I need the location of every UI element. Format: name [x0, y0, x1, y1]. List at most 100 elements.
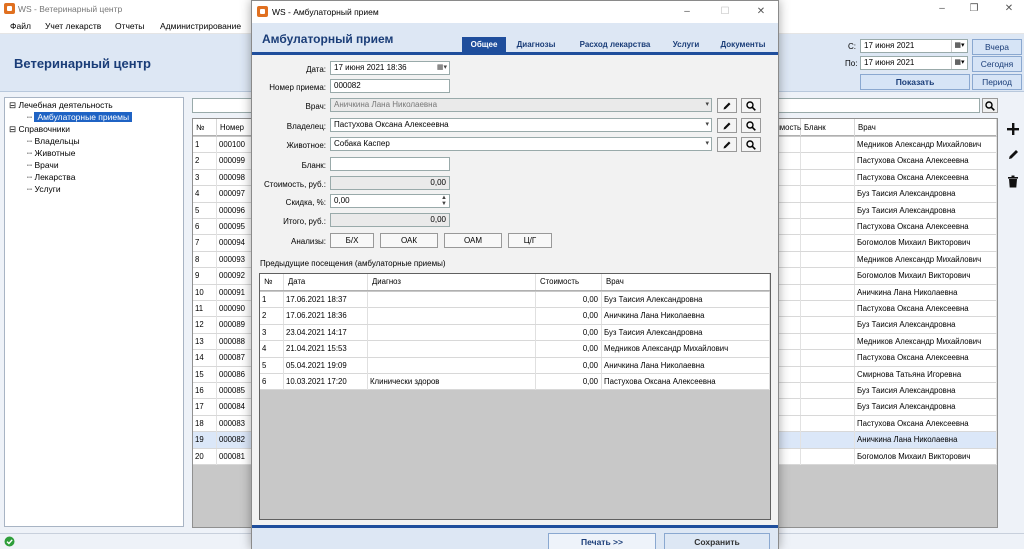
tree-node-owners[interactable]: ┈ Владельцы — [27, 136, 80, 147]
tree-node-medical[interactable]: ⊟ Лечебная деятельность — [9, 100, 113, 111]
minimize-icon[interactable]: – — [935, 2, 949, 16]
vcell-diagnosis — [368, 357, 536, 374]
vcell-date: 21.04.2021 15:53 — [284, 341, 368, 358]
cell-doctor: Буз Таисия Александровна — [855, 399, 997, 416]
tree-node-drugs[interactable]: ┈ Лекарства — [27, 172, 75, 183]
col-num[interactable]: № — [193, 119, 217, 136]
menu-reports[interactable]: Отчеты — [115, 21, 144, 31]
search-icon — [746, 100, 756, 111]
vcol-num[interactable]: № — [260, 274, 284, 290]
search-button[interactable] — [982, 98, 998, 113]
col-doctor[interactable]: Врач — [855, 119, 997, 136]
calendar-icon[interactable]: ▦▾ — [437, 62, 447, 74]
dialog-title: WS - Амбулаторный прием — [272, 7, 379, 17]
tab-general[interactable]: Общее — [462, 37, 506, 52]
vcell-num: 1 — [260, 292, 284, 308]
number-label: Номер приема: — [269, 83, 326, 92]
minimize-icon[interactable]: – — [680, 5, 694, 19]
find-animal-button[interactable] — [741, 137, 761, 152]
date-field[interactable]: 17 июня 2021 18:36 ▦▾ — [330, 61, 450, 75]
analysis-oak-button[interactable]: ОАК — [380, 233, 438, 248]
cell-doctor: Медников Александр Михайлович — [855, 251, 997, 268]
visit-row[interactable]: 1 17.06.2021 18:37 0,00 Буз Таисия Александ… — [260, 292, 770, 309]
trash-icon — [1008, 175, 1018, 187]
close-icon[interactable]: ✕ — [1002, 2, 1016, 16]
discount-value: 0,00 — [334, 196, 350, 205]
animal-select[interactable]: Собака Каспер ▾ — [330, 137, 712, 151]
analysis-bh-button[interactable]: Б/Х — [330, 233, 374, 248]
calendar-icon[interactable]: ▦▾ — [951, 57, 967, 69]
spinner-arrows-icon[interactable]: ▲ ▼ — [441, 195, 447, 207]
tab-services[interactable]: Услуги — [666, 37, 706, 52]
calendar-icon[interactable]: ▦▾ — [951, 40, 967, 52]
edit-owner-button[interactable] — [717, 118, 737, 133]
chevron-down-icon[interactable]: ▾ — [705, 138, 709, 150]
find-owner-button[interactable] — [741, 118, 761, 133]
print-button[interactable]: Печать >> — [548, 533, 656, 549]
analyses-label: Анализы: — [291, 237, 326, 246]
find-doctor-button[interactable] — [741, 98, 761, 113]
edit-doctor-button[interactable] — [717, 98, 737, 113]
vcol-cost[interactable]: Стоимость — [536, 274, 602, 290]
vcell-diagnosis — [368, 292, 536, 308]
vcol-diagnosis[interactable]: Диагноз — [368, 274, 536, 290]
doctor-label: Врач: — [305, 102, 326, 111]
from-date-field[interactable]: 17 июня 2021 ▦▾ — [860, 39, 968, 53]
tab-diagnoses[interactable]: Диагнозы — [510, 37, 562, 52]
visit-row[interactable]: 3 23.04.2021 14:17 0,00 Буз Таисия Александ… — [260, 324, 770, 342]
vcell-diagnosis — [368, 324, 536, 341]
visit-row[interactable]: 5 05.04.2021 19:09 0,00 Аничкина Лана Никол… — [260, 357, 770, 374]
visit-row[interactable]: 6 10.03.2021 17:20 Клинически здоров 0,00 Па… — [260, 374, 770, 391]
col-blank[interactable]: Бланк — [801, 119, 855, 136]
save-button[interactable]: Сохранить — [664, 533, 770, 549]
visits-table: № Дата Диагноз Стоимость Врач 1 17.06.202… — [259, 273, 771, 520]
pencil-icon — [723, 141, 731, 148]
menu-drug-accounting[interactable]: Учет лекарств — [45, 21, 101, 31]
tree-node-doctors[interactable]: ┈ Врачи — [27, 160, 59, 171]
add-button[interactable] — [1004, 120, 1022, 138]
blank-field[interactable] — [330, 157, 450, 171]
vcell-num: 4 — [260, 341, 284, 358]
cell-blank — [801, 153, 855, 170]
owner-select[interactable]: Пастухова Оксана Алексеевна ▾ — [330, 118, 712, 132]
analysis-cg-button[interactable]: Ц/Г — [508, 233, 552, 248]
to-date-field[interactable]: 17 июня 2021 ▦▾ — [860, 56, 968, 70]
restore-icon[interactable]: ❐ — [967, 2, 981, 16]
total-field: 0,00 — [330, 213, 450, 227]
maximize-icon: ☐ — [720, 6, 730, 17]
delete-button[interactable] — [1004, 172, 1022, 190]
cell-blank — [801, 202, 855, 219]
cell-doctor: Богомолов Михаил Викторович — [855, 448, 997, 465]
yesterday-button[interactable]: Вчера — [972, 39, 1022, 55]
tree-node-animals[interactable]: ┈ Животные — [27, 148, 75, 159]
vcol-doctor[interactable]: Врач — [602, 274, 770, 290]
tab-drug-usage[interactable]: Расход лекарства — [570, 37, 660, 52]
number-field[interactable]: 000082 — [330, 79, 450, 93]
tree-node-outpatient[interactable]: ┈ Амбулаторные приемы — [27, 112, 133, 123]
discount-spinner[interactable]: 0,00 ▲ ▼ — [330, 194, 450, 208]
visit-row[interactable]: 4 21.04.2021 15:53 0,00 Медников Александр … — [260, 341, 770, 358]
cell-blank — [801, 448, 855, 465]
tree-node-services[interactable]: ┈ Услуги — [27, 184, 61, 195]
plus-icon — [1007, 123, 1019, 135]
edit-animal-button[interactable] — [717, 137, 737, 152]
menu-file[interactable]: Файл — [10, 21, 31, 31]
tree-node-references[interactable]: ⊟ Справочники — [9, 124, 70, 135]
period-button[interactable]: Период — [972, 74, 1022, 90]
cell-num: 17 — [193, 399, 217, 416]
cell-blank — [801, 186, 855, 203]
vcol-date[interactable]: Дата — [284, 274, 368, 290]
vcell-cost: 0,00 — [536, 292, 602, 308]
total-label: Итого, руб.: — [283, 217, 326, 226]
today-button[interactable]: Сегодня — [972, 56, 1022, 72]
cell-doctor: Буз Таисия Александровна — [855, 383, 997, 399]
analysis-oam-button[interactable]: ОАМ — [444, 233, 502, 248]
tab-documents[interactable]: Документы — [712, 37, 774, 52]
visit-row[interactable]: 2 17.06.2021 18:36 0,00 Аничкина Лана Никол… — [260, 308, 770, 325]
chevron-down-icon[interactable]: ▾ — [705, 119, 709, 131]
close-icon[interactable]: ✕ — [754, 5, 768, 19]
show-button[interactable]: Показать — [860, 74, 970, 90]
edit-button[interactable] — [1004, 145, 1022, 163]
menu-administration[interactable]: Администрирование — [160, 21, 241, 31]
tree-label: Лечебная деятельность — [18, 100, 113, 110]
